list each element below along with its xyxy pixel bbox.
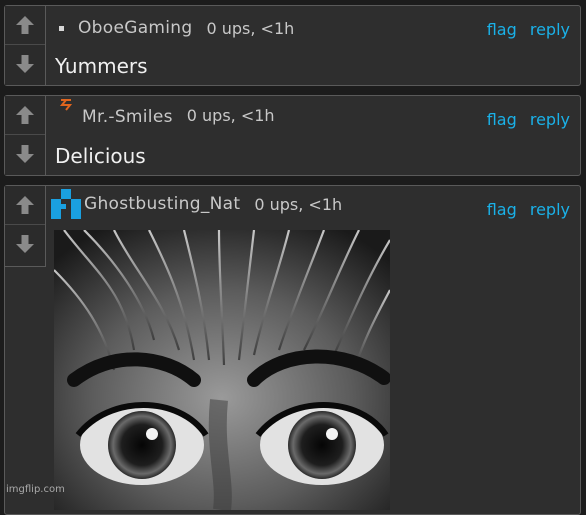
down-arrow-icon xyxy=(16,145,34,163)
comment-text: Delicious xyxy=(55,144,146,168)
upvote-button[interactable] xyxy=(5,186,45,225)
flag-link[interactable]: flag xyxy=(487,200,517,219)
username[interactable]: OboeGaming xyxy=(78,18,192,38)
comment-ghostbusting-nat: Ghostbusting_Nat 0 ups, <1h flag reply xyxy=(4,185,581,515)
username[interactable]: Ghostbusting_Nat xyxy=(84,194,240,214)
downvote-button[interactable] xyxy=(5,45,45,83)
username[interactable]: Mr.-Smiles xyxy=(82,107,173,127)
comment-oboegaming: OboeGaming 0 ups, <1h flag reply Yummers xyxy=(4,5,581,86)
comment-text: Yummers xyxy=(55,54,148,78)
upvote-button[interactable] xyxy=(5,6,45,45)
ups-timestamp: 0 ups, <1h xyxy=(206,18,295,38)
reply-link[interactable]: reply xyxy=(530,20,570,39)
user-avatar[interactable] xyxy=(54,13,68,43)
ups-timestamp: 0 ups, <1h xyxy=(254,194,343,214)
pixel-ghost-icon xyxy=(51,189,81,219)
up-arrow-icon xyxy=(16,196,34,214)
up-arrow-icon xyxy=(16,16,34,34)
vote-column xyxy=(5,96,46,175)
user-avatar[interactable] xyxy=(50,188,82,220)
vote-column xyxy=(5,6,46,85)
user-avatar[interactable] xyxy=(54,98,78,126)
flag-link[interactable]: flag xyxy=(487,20,517,39)
flag-link[interactable]: flag xyxy=(487,110,517,129)
reply-link[interactable]: reply xyxy=(530,110,570,129)
watermark: imgflip.com xyxy=(6,484,65,495)
down-arrow-icon xyxy=(16,55,34,73)
comment-mr-smiles: Mr.-Smiles 0 ups, <1h flag reply Delicio… xyxy=(4,95,581,176)
eyes-photo xyxy=(54,230,390,510)
upvote-button[interactable] xyxy=(5,96,45,135)
comment-image[interactable] xyxy=(54,230,390,510)
lightning-icon xyxy=(59,99,73,111)
vote-column xyxy=(5,186,46,267)
down-arrow-icon xyxy=(16,235,34,253)
ups-timestamp: 0 ups, <1h xyxy=(186,105,275,125)
reply-link[interactable]: reply xyxy=(530,200,570,219)
downvote-button[interactable] xyxy=(5,135,45,173)
up-arrow-icon xyxy=(16,106,34,124)
downvote-button[interactable] xyxy=(5,225,45,263)
